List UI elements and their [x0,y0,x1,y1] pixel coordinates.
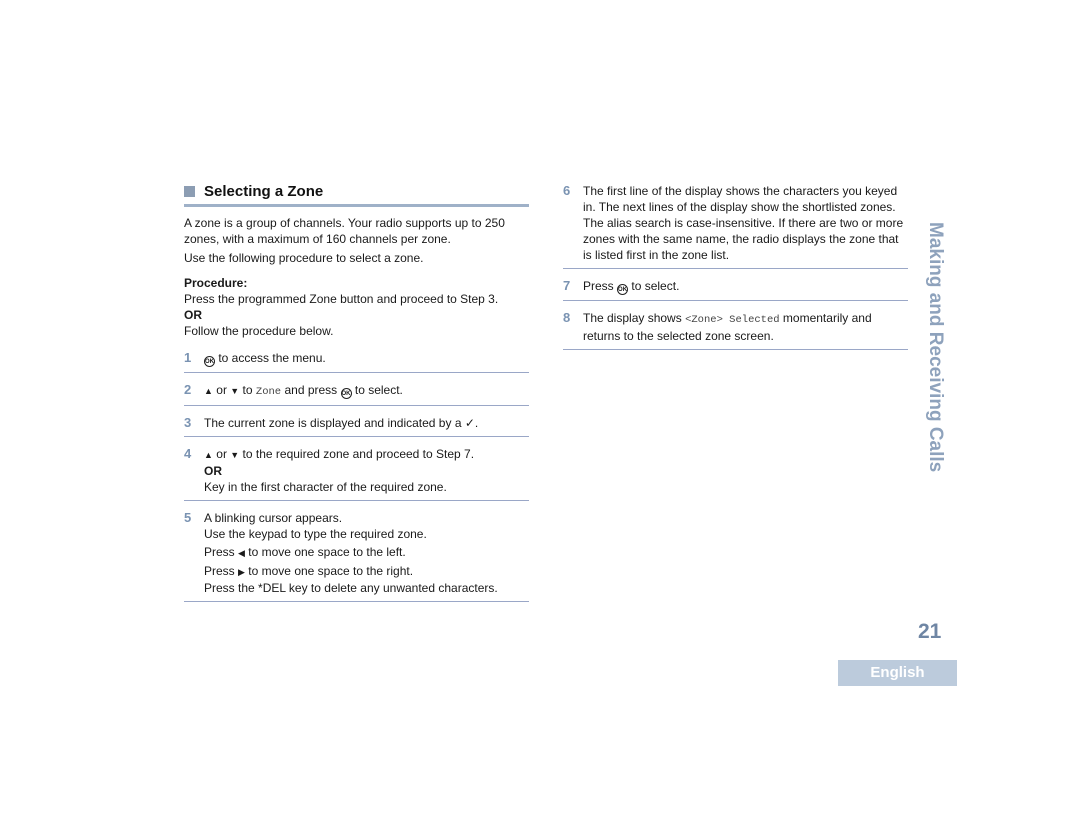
step-text: The first line of the display shows the … [583,184,904,262]
step-text: The current zone is displayed and indica… [204,416,462,430]
step-1: 1 OK to access the menu. [184,347,529,373]
or-label: OR [184,308,202,322]
down-arrow-icon: ▼ [230,450,240,460]
right-arrow-icon: ▶ [238,567,245,577]
chapter-side-tab: Making and Receiving Calls [922,222,952,472]
or-label: OR [204,464,222,478]
step-text: to access the menu. [218,351,326,365]
step-text: Key in the first character of the requir… [204,480,447,494]
step-text: A blinking cursor appears. [204,511,343,525]
step-6: 6 The first line of the display shows th… [563,180,908,269]
step-number: 8 [563,310,571,325]
step-text: Press [583,279,614,293]
ok-menu-button-icon: OK [617,284,629,295]
step-text: and press [284,383,338,397]
right-column: 6 The first line of the display shows th… [563,180,908,356]
step-number: 4 [184,446,192,461]
intro-text-2: Use the following procedure to select a … [184,251,424,265]
step-number: 5 [184,510,192,525]
step-number: 3 [184,415,192,430]
section-title: Selecting a Zone [204,182,324,200]
step-2: 2 ▲ or ▼ to Zone and press OK to select. [184,379,529,406]
procedure-label: Procedure: [184,276,248,290]
step-number: 2 [184,382,192,397]
step-text: to move one space to the left. [248,545,406,559]
section-heading: Selecting a Zone [184,180,529,202]
step-3: 3 The current zone is displayed and indi… [184,412,529,437]
up-arrow-icon: ▲ [204,386,213,396]
ok-menu-button-icon: OK [340,388,352,399]
step-text: to the required zone and proceed to Step… [242,447,475,461]
language-tab: English [838,660,957,686]
step-number: 6 [563,183,571,198]
step-text: Use the keypad to type the required zone… [204,527,427,541]
step-text: or [216,447,227,461]
step-text: or [216,383,227,397]
display-text: Zone [255,386,282,398]
step-5: 5 A blinking cursor appears. Use the key… [184,507,529,602]
ok-menu-button-icon: OK [204,356,215,367]
step-text: The display shows [583,311,682,325]
heading-rule [184,204,529,207]
left-column: Selecting a Zone A zone is a group of ch… [184,180,529,608]
left-arrow-icon: ◀ [238,548,245,558]
step-text: Press the *DEL key to delete any unwante… [204,581,498,595]
step-number: 1 [184,350,192,365]
step-text: to move one space to the right. [248,564,414,578]
step-text: to select. [631,279,680,293]
heading-square-icon [184,185,195,197]
display-text: <Zone> Selected [685,314,780,326]
checkmark-icon: ✓ [464,416,475,430]
step-7: 7 Press OK to select. [563,275,908,301]
page-number: 21 [918,620,942,643]
step-4: 4 ▲ or ▼ to the required zone and procee… [184,443,529,501]
step-text: Press [204,545,235,559]
down-arrow-icon: ▼ [230,386,240,396]
chapter-title: Making and Receiving Calls [925,222,946,473]
step-8: 8 The display shows <Zone> Selected mome… [563,307,908,350]
period: . [474,416,479,430]
step-text: to select. [354,383,403,397]
step-text: to [242,383,253,397]
step-text: Press [204,564,235,578]
step-number: 7 [563,278,571,293]
intro-text: A zone is a group of channels. Your radi… [184,216,505,246]
procedure-alt-1: Press the programmed Zone button and pro… [184,292,499,306]
procedure-alt-2: Follow the procedure below. [184,324,334,338]
up-arrow-icon: ▲ [204,450,213,460]
